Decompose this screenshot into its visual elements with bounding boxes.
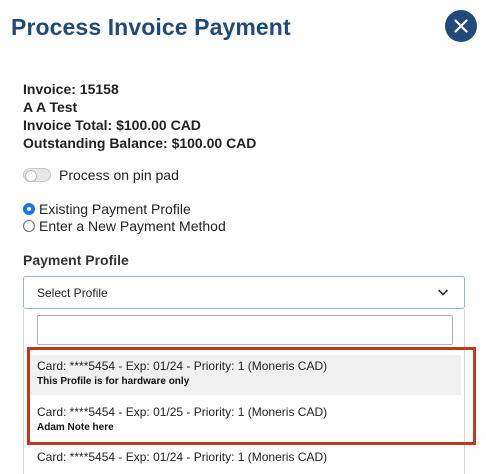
invoice-total: Invoice Total: $100.00 CAD — [23, 117, 201, 133]
invoice-number: Invoice: 15158 — [23, 81, 119, 97]
pin-pad-row: Process on pin pad — [23, 167, 179, 183]
select-value: Select Profile — [37, 285, 108, 300]
pin-pad-toggle[interactable] — [23, 168, 51, 182]
outstanding-balance: Outstanding Balance: $100.00 CAD — [23, 135, 257, 151]
customer-name: A A Test — [23, 99, 78, 115]
existing-profile-option[interactable]: Existing Payment Profile — [23, 201, 191, 217]
modal-title: Process Invoice Payment — [11, 14, 291, 40]
chevron-down-icon — [437, 289, 449, 296]
payment-profile-label: Payment Profile — [23, 252, 129, 268]
new-method-radio[interactable] — [23, 220, 35, 232]
close-icon — [454, 19, 468, 33]
existing-profile-radio[interactable] — [23, 203, 35, 215]
existing-profile-label: Existing Payment Profile — [39, 201, 191, 217]
new-method-option[interactable]: Enter a New Payment Method — [23, 218, 226, 234]
annotation-highlight-box — [27, 347, 476, 445]
pin-pad-label: Process on pin pad — [59, 167, 179, 183]
close-button[interactable] — [445, 10, 477, 42]
profile-search-input[interactable] — [37, 315, 453, 345]
profile-option-text: Card: ****5454 - Exp: 01/24 - Priority: … — [37, 450, 328, 464]
new-method-label: Enter a New Payment Method — [39, 218, 226, 234]
invoice-summary: Invoice: 15158 A A Test Invoice Total: $… — [23, 80, 256, 152]
profile-option[interactable]: Card: ****5454 - Exp: 01/24 - Priority: … — [37, 450, 327, 464]
payment-profile-select[interactable]: Select Profile — [23, 276, 465, 309]
